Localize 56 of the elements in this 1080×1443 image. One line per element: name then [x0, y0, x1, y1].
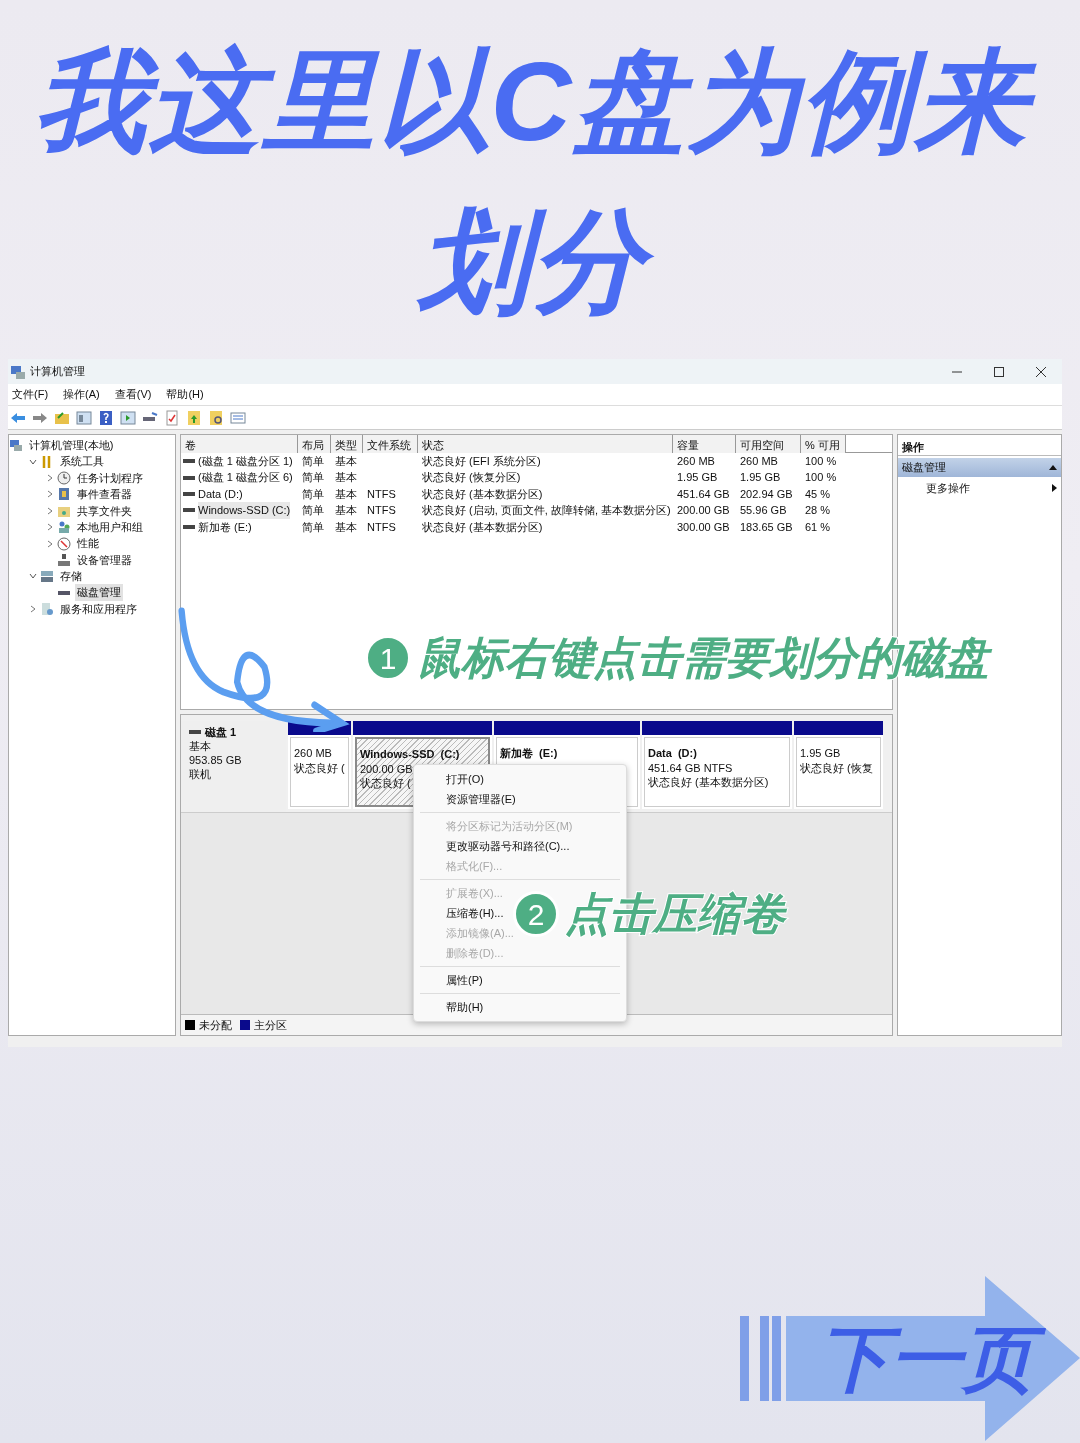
partition-info: 260 MB	[294, 746, 332, 761]
legend-label: 未分配	[199, 1017, 232, 1033]
table-cell-text: 200.00 GB	[676, 503, 731, 519]
partition-info: 状态良好 (	[360, 776, 411, 791]
table-cell-text: 状态良好 (启动, 页面文件, 故障转储, 基本数据分区)	[421, 503, 672, 519]
partition-title: Data (D:)	[648, 746, 698, 761]
table-cell-text: 简单	[301, 486, 325, 502]
legend-label: 主分区	[254, 1017, 287, 1033]
table-cell-text: 300.00 GB	[676, 519, 731, 535]
table-cell-text: 状态良好 (基本数据分区)	[421, 486, 544, 502]
table-cell-text: 55.96 GB	[739, 503, 788, 519]
table-cell-text: 简单	[301, 454, 325, 469]
table-cell-text: 1.95 GB	[676, 470, 719, 486]
table-cell-text: 28 %	[804, 503, 832, 519]
table-cell-text: 状态良好 (基本数据分区)	[421, 519, 544, 535]
partition-info: 451.64 GB NTFS	[648, 760, 733, 775]
table-cell-text: 基本	[334, 470, 358, 486]
table-cell-text: 简单	[301, 503, 325, 519]
table-cell-text: 简单	[301, 519, 325, 535]
table-cell-text: 基本	[334, 503, 358, 519]
annotation-text: 点击压缩卷	[565, 888, 785, 940]
table-cell-text: 202.94 GB	[739, 486, 794, 502]
table-cell-text: 基本	[334, 454, 358, 469]
table-cell-text: 100 %	[804, 470, 838, 486]
partition-info: 状态良好 (	[294, 760, 345, 775]
window-title: 计算机管理	[30, 364, 86, 380]
table-cell-text: NTFS	[366, 519, 397, 535]
table-cell-text: 45 %	[804, 486, 832, 502]
partition-info: 1.95 GB	[800, 746, 841, 761]
table-cell-text: 183.65 GB	[739, 519, 794, 535]
table-cell-text: 基本	[334, 519, 358, 535]
page-title: 我这里以C盘为例来	[24, 22, 1056, 182]
table-cell-text: NTFS	[366, 503, 397, 519]
section-title: 磁盘管理	[902, 460, 946, 476]
table-cell-text: 简单	[301, 470, 325, 486]
disk-info: 953.85 GB	[189, 753, 243, 767]
partition-title: 新加卷 (E:)	[500, 746, 559, 761]
page-title: 划分	[408, 182, 672, 342]
table-cell-text: 基本	[334, 486, 358, 502]
disk-info: 联机	[189, 767, 212, 781]
disk-name: 磁盘 1	[205, 725, 237, 739]
table-cell-text: 1.95 GB	[739, 470, 782, 486]
table-cell-text: 61 %	[804, 519, 832, 535]
table-cell-text: NTFS	[366, 486, 397, 502]
table-cell-text: 状态良好 (恢复分区)	[421, 470, 522, 486]
partition-info: 状态良好 (基本数据分区)	[648, 775, 769, 790]
partition-title: Windows-SSD (C:)	[360, 747, 461, 762]
table-cell-text: 451.64 GB	[676, 486, 731, 502]
partition-info: 200.00 GB	[360, 761, 413, 776]
table-cell-text: 状态良好 (EFI 系统分区)	[421, 454, 542, 469]
table-cell-text: 260 MB	[739, 454, 779, 469]
table-cell-text: 260 MB	[676, 454, 716, 469]
table-cell-text: 100 %	[804, 454, 838, 469]
partition-info: 状态良好 (恢复	[800, 760, 873, 775]
disk-info: 基本	[189, 739, 212, 753]
panel-header: 操作	[898, 435, 1061, 456]
